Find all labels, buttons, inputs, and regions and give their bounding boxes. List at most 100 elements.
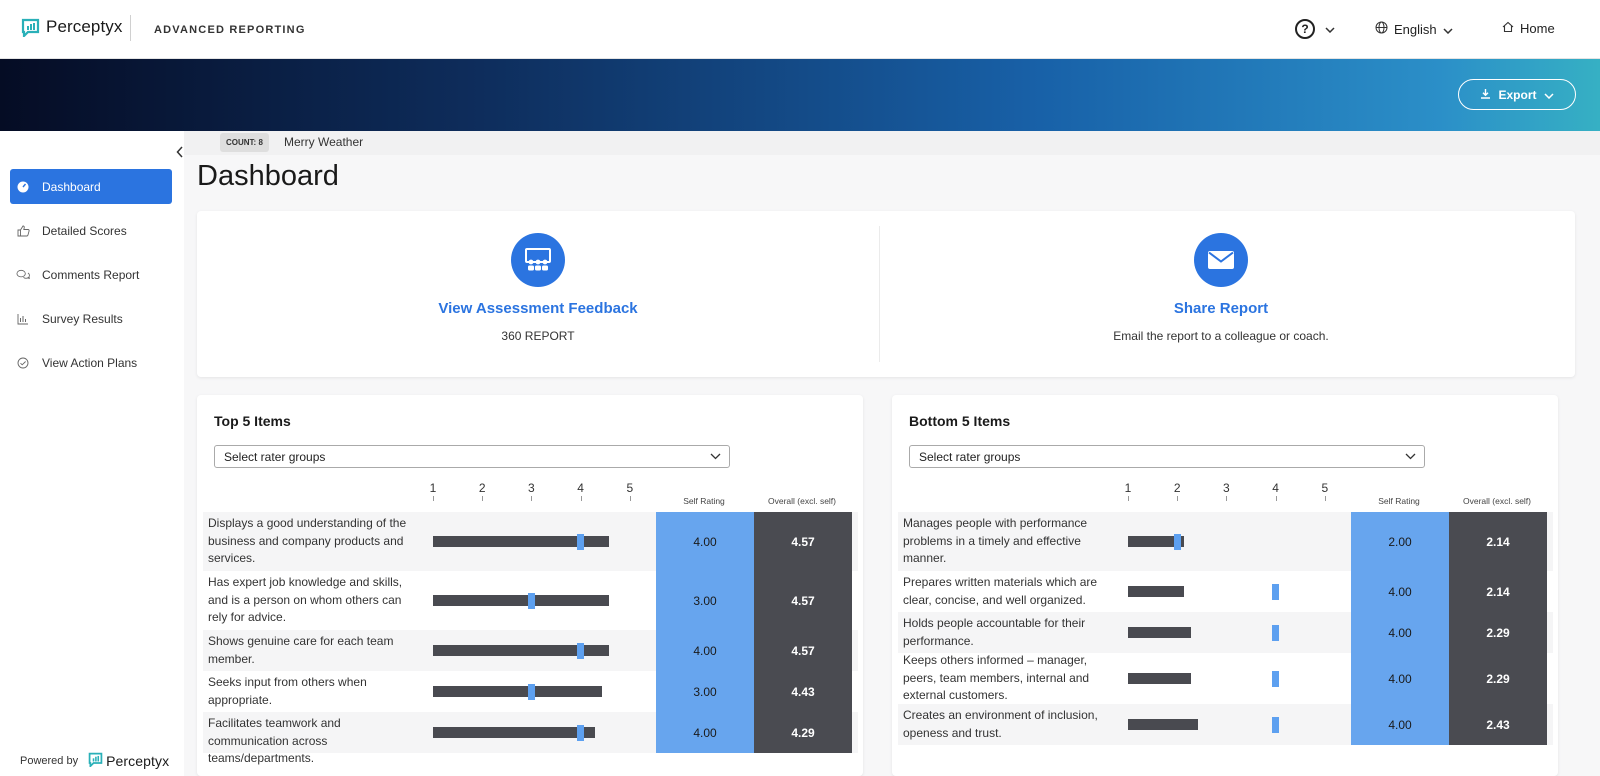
item-label: Displays a good understanding of the bus… <box>208 516 407 566</box>
self-rating-cell: 4.00 <box>1351 612 1449 653</box>
view-assessment-feedback-link[interactable]: View Assessment Feedback <box>197 300 879 317</box>
overall-score-bar <box>433 595 609 606</box>
scale-tick <box>1324 496 1326 501</box>
item-row: Seeks input from others when appropriate… <box>203 671 858 712</box>
item-row: Has expert job knowledge and skills, and… <box>203 571 858 630</box>
team-presentation-icon[interactable] <box>511 233 565 287</box>
envelope-icon[interactable] <box>1194 233 1248 287</box>
page-title: Dashboard <box>197 160 339 192</box>
overall-score-bar <box>433 727 595 738</box>
sidebar-item-label: Dashboard <box>42 179 101 194</box>
scale-label: 4 <box>577 481 584 495</box>
self-rating-header: Self Rating <box>1378 496 1420 506</box>
self-rating-marker <box>1272 583 1280 600</box>
self-rating-marker <box>1272 624 1280 641</box>
bottom-items-title: Bottom 5 Items <box>909 413 1011 429</box>
select-placeholder: Select rater groups <box>919 450 1021 464</box>
collapse-sidebar-button[interactable] <box>176 145 184 161</box>
overall-score-cell: 2.43 <box>1449 704 1547 745</box>
item-row: Holds people accountable for their perfo… <box>898 612 1553 653</box>
overall-score-cell: 2.14 <box>1449 571 1547 612</box>
share-report-link[interactable]: Share Report <box>880 300 1562 317</box>
context-strip: COUNT: 8 Merry Weather <box>184 131 1600 155</box>
sidebar-item-comments-report[interactable]: Comments Report <box>10 257 172 292</box>
language-select[interactable]: English <box>1375 21 1453 37</box>
top-navbar: Perceptyx ADVANCED REPORTING ? English H… <box>0 0 1600 59</box>
sidebar-item-survey-results[interactable]: Survey Results <box>10 301 172 336</box>
export-button[interactable]: Export <box>1458 79 1576 110</box>
header-divider <box>130 15 131 41</box>
self-rating-marker <box>577 533 585 550</box>
item-row: Prepares written materials which are cle… <box>898 571 1553 612</box>
bar-chart-icon <box>16 312 30 326</box>
scale-label: 5 <box>1321 481 1329 495</box>
overall-score-bar <box>1128 586 1185 597</box>
self-rating-header: Self Rating <box>683 496 725 506</box>
overall-score-bar <box>433 686 602 697</box>
sidebar-item-dashboard[interactable]: Dashboard <box>10 169 172 204</box>
item-row: Manages people with performance problems… <box>898 512 1553 571</box>
item-row: Shows genuine care for each team member.… <box>203 630 858 671</box>
scale-label: 5 <box>626 481 634 495</box>
item-label: Manages people with performance problems… <box>903 516 1088 566</box>
self-rating-marker <box>1272 716 1280 733</box>
share-report-subtitle: Email the report to a colleague or coach… <box>1113 329 1329 343</box>
overall-score-cell: 4.29 <box>754 712 852 753</box>
help-icon: ? <box>1295 19 1315 39</box>
self-rating-marker <box>527 683 535 700</box>
app-title: ADVANCED REPORTING <box>154 24 306 36</box>
help-menu-button[interactable]: ? <box>1295 19 1335 39</box>
item-label: Holds people accountable for their perfo… <box>903 616 1086 648</box>
scale-tick <box>482 496 484 501</box>
item-label: Has expert job knowledge and skills, and… <box>208 575 403 625</box>
item-label: Prepares written materials which are cle… <box>903 575 1098 607</box>
self-rating-marker <box>1272 670 1280 687</box>
home-icon <box>1502 21 1514 36</box>
check-circle-icon <box>16 356 30 370</box>
self-rating-marker <box>577 642 585 659</box>
sidebar: Dashboard Detailed Scores Comments Repor… <box>0 131 184 776</box>
self-rating-cell: 4.00 <box>656 712 754 753</box>
subject-name: Merry Weather <box>284 135 364 149</box>
sidebar-item-label: Detailed Scores <box>42 223 127 238</box>
overall-score-bar <box>1128 673 1192 684</box>
rater-groups-select[interactable]: Select rater groups <box>214 445 730 468</box>
language-label: English <box>1394 21 1437 37</box>
item-label: Facilitates teamwork and communication a… <box>208 716 341 765</box>
self-rating-cell: 3.00 <box>656 571 754 630</box>
overall-score-bar <box>1128 719 1199 730</box>
item-label: Keeps others informed – manager, peers, … <box>903 653 1090 703</box>
globe-icon <box>1375 21 1388 37</box>
overall-score-cell: 2.14 <box>1449 512 1547 571</box>
overall-score-cell: 4.57 <box>754 571 852 630</box>
scale-tick <box>1177 496 1179 501</box>
actions-card: View Assessment Feedback 360 REPORT Shar… <box>197 211 1575 377</box>
comments-icon <box>16 268 30 282</box>
scale-label: 1 <box>429 481 437 495</box>
perceptyx-logo[interactable]: Perceptyx <box>21 17 123 39</box>
home-link[interactable]: Home <box>1502 21 1555 36</box>
overall-header: Overall (excl. self) <box>1462 496 1531 506</box>
share-report-feature: Share Report Email the report to a colle… <box>880 211 1562 377</box>
perceptyx-logo-icon <box>21 18 40 39</box>
sidebar-item-view-action-plans[interactable]: View Action Plans <box>10 345 172 380</box>
item-row: Facilitates teamwork and communication a… <box>203 712 858 765</box>
scale-label: 4 <box>1272 481 1279 495</box>
overall-score-cell: 2.29 <box>1449 612 1547 653</box>
view-assessment-subtitle: 360 REPORT <box>501 329 575 343</box>
item-label: Seeks input from others when appropriate… <box>208 675 367 707</box>
chevron-down-icon <box>710 449 721 463</box>
scale-tick <box>531 496 533 501</box>
rater-groups-select[interactable]: Select rater groups <box>909 445 1425 468</box>
overall-score-bar <box>1128 627 1192 638</box>
overall-score-cell: 4.43 <box>754 671 852 712</box>
overall-score-cell: 4.57 <box>754 630 852 671</box>
self-rating-cell: 4.00 <box>656 630 754 671</box>
count-badge: COUNT: 8 <box>220 133 269 152</box>
sidebar-item-detailed-scores[interactable]: Detailed Scores <box>10 213 172 248</box>
top-items-title: Top 5 Items <box>214 413 291 429</box>
overall-header: Overall (excl. self) <box>767 496 836 506</box>
scale-label: 2 <box>478 481 486 495</box>
chevron-down-icon <box>1325 20 1335 38</box>
scale-label: 1 <box>1124 481 1132 495</box>
